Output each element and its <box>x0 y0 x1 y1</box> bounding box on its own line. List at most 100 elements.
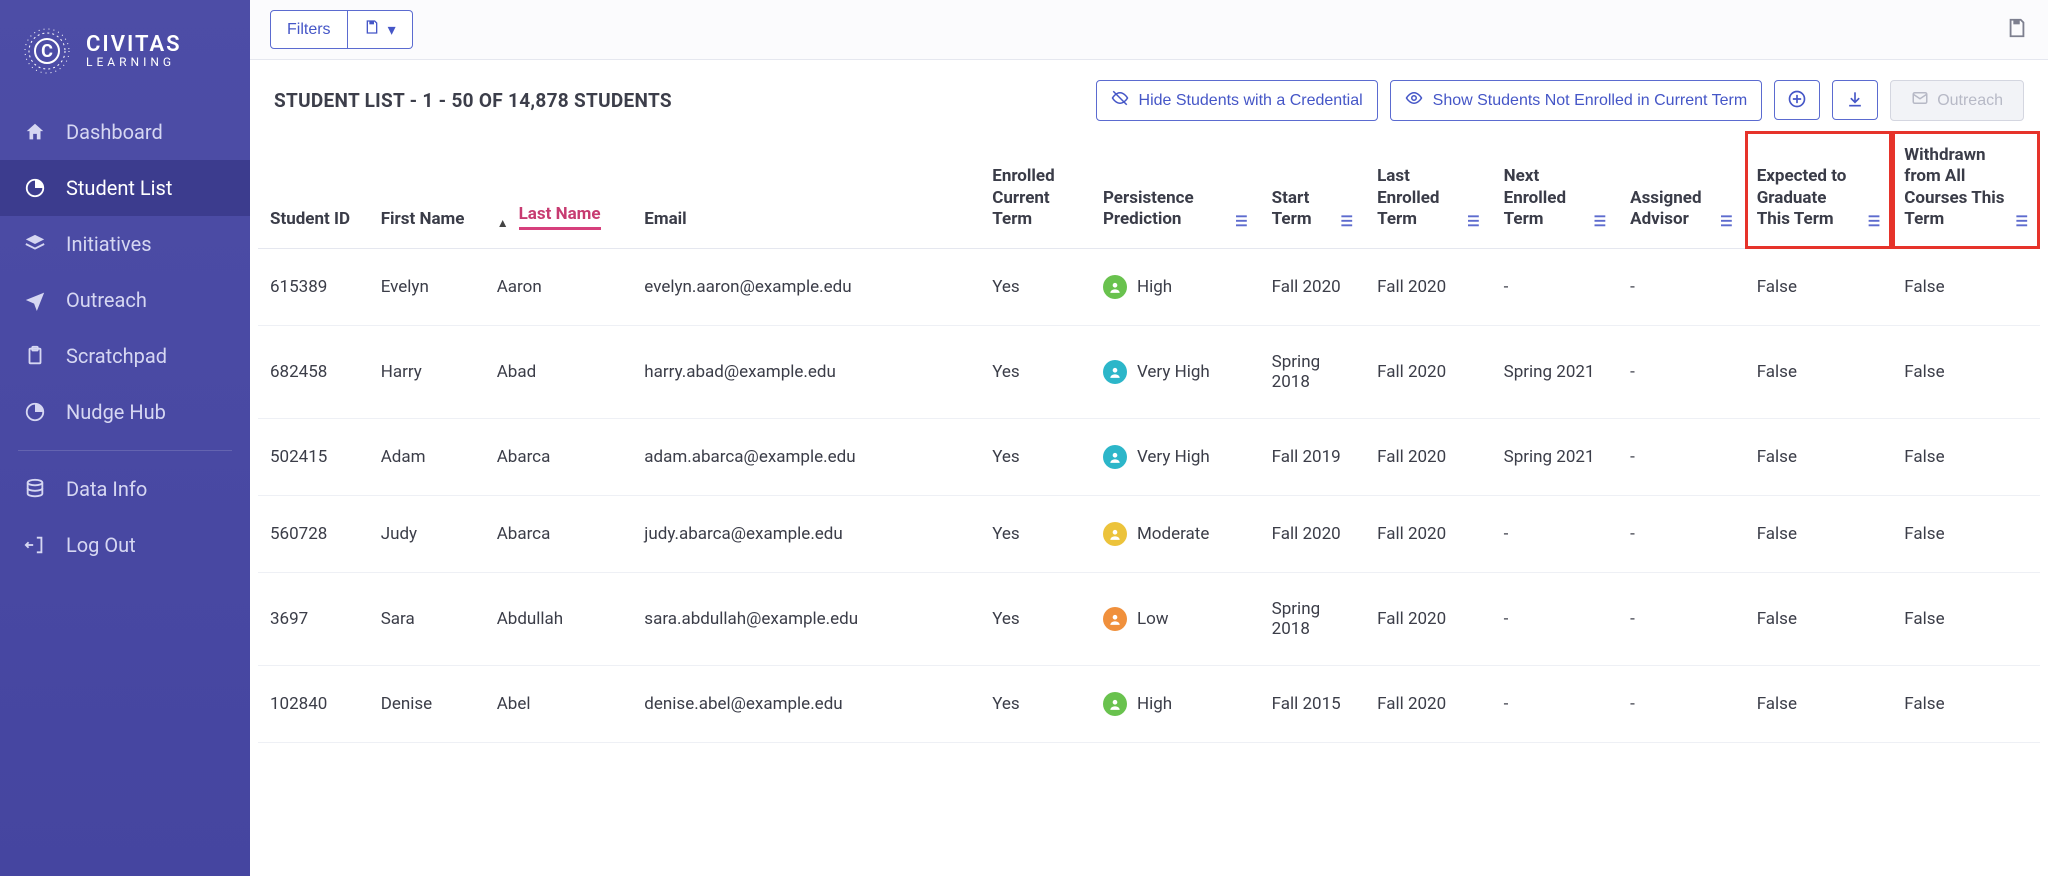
cell-pp: Low <box>1091 573 1260 666</box>
save-dropdown-button[interactable]: ▾ <box>348 10 413 49</box>
cell-last-name: Abarca <box>485 496 633 573</box>
cell-student-id: 3697 <box>258 573 369 666</box>
persistence-badge-icon <box>1103 360 1127 384</box>
col-assigned-advisor[interactable]: Assigned Advisor☰ <box>1618 131 1745 249</box>
filters-button-group: Filters ▾ <box>270 10 413 49</box>
brand-logo: C CIVITAS LEARNING <box>0 10 250 104</box>
cell-aa: - <box>1618 666 1745 743</box>
cell-student-id: 102840 <box>258 666 369 743</box>
cell-email: harry.abad@example.edu <box>632 326 980 419</box>
filter-icon[interactable]: ☰ <box>1594 214 1607 230</box>
col-last-name[interactable]: ▲Last Name <box>485 131 633 249</box>
cell-egt: False <box>1745 496 1893 573</box>
cell-student-id: 615389 <box>258 249 369 326</box>
outreach-button: Outreach <box>1890 80 2024 121</box>
brand-mark-icon: C <box>18 22 76 80</box>
toolbar: Filters ▾ <box>250 0 2048 60</box>
table-wrap[interactable]: Student ID First Name ▲Last Name Email E… <box>250 131 2048 743</box>
cell-wac: False <box>1892 573 2040 666</box>
col-expected-graduate[interactable]: Expected to Graduate This Term☰ <box>1745 131 1893 249</box>
col-start-term[interactable]: Start Term☰ <box>1260 131 1365 249</box>
cell-ect: Yes <box>980 419 1091 496</box>
database-icon <box>22 478 48 500</box>
cell-ect: Yes <box>980 573 1091 666</box>
cell-net: - <box>1492 496 1619 573</box>
download-button[interactable] <box>1832 80 1878 120</box>
persistence-badge-icon <box>1103 607 1127 631</box>
sidebar-item-outreach[interactable]: Outreach <box>0 272 250 328</box>
cell-first-name: Evelyn <box>369 249 485 326</box>
cell-last-name: Abel <box>485 666 633 743</box>
filter-icon[interactable]: ☰ <box>1341 214 1354 230</box>
cell-last-name: Aaron <box>485 249 633 326</box>
cell-egt: False <box>1745 326 1893 419</box>
cell-wac: False <box>1892 496 2040 573</box>
download-icon <box>1845 89 1865 112</box>
sort-asc-icon: ▲ <box>497 216 509 230</box>
sidebar-item-dashboard[interactable]: Dashboard <box>0 104 250 160</box>
cell-email: judy.abarca@example.edu <box>632 496 980 573</box>
sidebar-item-scratchpad[interactable]: Scratchpad <box>0 328 250 384</box>
filters-button[interactable]: Filters <box>270 10 348 49</box>
cell-pp: High <box>1091 666 1260 743</box>
cell-start-term: Spring 2018 <box>1260 573 1365 666</box>
col-enrolled-current-term[interactable]: Enrolled Current Term <box>980 131 1091 249</box>
sidebar-item-label: Outreach <box>66 288 147 312</box>
col-first-name[interactable]: First Name <box>369 131 485 249</box>
filter-icon[interactable]: ☰ <box>1720 214 1733 230</box>
cell-egt: False <box>1745 573 1893 666</box>
sidebar-item-label: Data Info <box>66 477 147 501</box>
col-student-id[interactable]: Student ID <box>258 131 369 249</box>
sidebar-item-nudge-hub[interactable]: Nudge Hub <box>0 384 250 440</box>
cell-egt: False <box>1745 419 1893 496</box>
cell-let: Fall 2020 <box>1365 573 1492 666</box>
brand-text: CIVITAS LEARNING <box>86 34 182 68</box>
primary-nav: Dashboard Student List Initiatives Outre… <box>0 104 250 573</box>
table-row[interactable]: 502415AdamAbarcaadam.abarca@example.eduY… <box>258 419 2040 496</box>
cell-let: Fall 2020 <box>1365 496 1492 573</box>
col-next-enrolled-term[interactable]: Next Enrolled Term☰ <box>1492 131 1619 249</box>
filter-icon[interactable]: ☰ <box>2015 214 2028 230</box>
sidebar-item-logout[interactable]: Log Out <box>0 517 250 573</box>
table-row[interactable]: 682458HarryAbadharry.abad@example.eduYes… <box>258 326 2040 419</box>
cell-wac: False <box>1892 666 2040 743</box>
sidebar-item-student-list[interactable]: Student List <box>0 160 250 216</box>
filter-icon[interactable]: ☰ <box>1467 214 1480 230</box>
cell-first-name: Harry <box>369 326 485 419</box>
cell-start-term: Spring 2018 <box>1260 326 1365 419</box>
caret-down-icon: ▾ <box>388 20 396 40</box>
hide-credential-button[interactable]: Hide Students with a Credential <box>1096 80 1378 121</box>
table-row[interactable]: 615389EvelynAaronevelyn.aaron@example.ed… <box>258 249 2040 326</box>
cell-wac: False <box>1892 419 2040 496</box>
filter-icon[interactable]: ☰ <box>1235 214 1248 230</box>
col-last-enrolled-term[interactable]: Last Enrolled Term☰ <box>1365 131 1492 249</box>
page-title: STUDENT LIST - 1 - 50 OF 14,878 STUDENTS <box>274 89 672 112</box>
sidebar-item-initiatives[interactable]: Initiatives <box>0 216 250 272</box>
table-row[interactable]: 560728JudyAbarcajudy.abarca@example.eduY… <box>258 496 2040 573</box>
save-view-icon[interactable] <box>2006 17 2028 43</box>
col-withdrawn-all[interactable]: Withdrawn from All Courses This Term☰ <box>1892 131 2040 249</box>
sidebar-item-data-info[interactable]: Data Info <box>0 461 250 517</box>
sidebar: C CIVITAS LEARNING Dashboard Student Lis… <box>0 0 250 876</box>
cell-email: evelyn.aaron@example.edu <box>632 249 980 326</box>
col-email[interactable]: Email <box>632 131 980 249</box>
cell-aa: - <box>1618 419 1745 496</box>
cell-let: Fall 2020 <box>1365 419 1492 496</box>
pie-icon <box>22 401 48 423</box>
cell-egt: False <box>1745 249 1893 326</box>
clipboard-icon <box>22 345 48 367</box>
table-row[interactable]: 3697SaraAbdullahsara.abdullah@example.ed… <box>258 573 2040 666</box>
cell-net: - <box>1492 666 1619 743</box>
col-persistence-prediction[interactable]: Persistence Prediction☰ <box>1091 131 1260 249</box>
table-row[interactable]: 102840DeniseAbeldenise.abel@example.eduY… <box>258 666 2040 743</box>
cell-student-id: 560728 <box>258 496 369 573</box>
cell-first-name: Adam <box>369 419 485 496</box>
filter-icon[interactable]: ☰ <box>1868 214 1881 230</box>
list-actions: Hide Students with a Credential Show Stu… <box>1096 80 2024 121</box>
sidebar-item-label: Log Out <box>66 533 136 557</box>
sidebar-item-label: Nudge Hub <box>66 400 166 424</box>
show-not-enrolled-button[interactable]: Show Students Not Enrolled in Current Te… <box>1390 80 1763 121</box>
cell-first-name: Denise <box>369 666 485 743</box>
add-button[interactable] <box>1774 80 1820 120</box>
eye-icon <box>1405 89 1423 112</box>
